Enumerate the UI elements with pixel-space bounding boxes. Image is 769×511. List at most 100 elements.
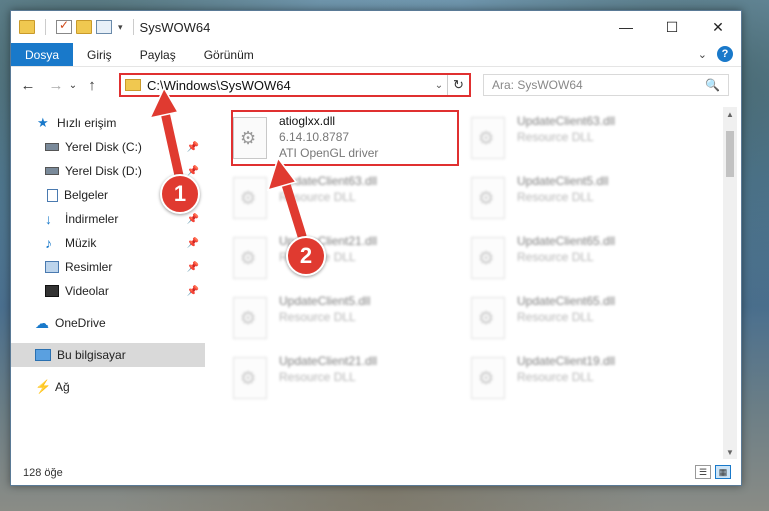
navigation-pane: ★ Hızlı erişim Yerel Disk (C:) 📌 Yerel D… <box>11 107 205 459</box>
file-description: Resource DLL <box>517 310 594 324</box>
help-icon[interactable]: ? <box>717 46 733 62</box>
file-description: Resource DLL <box>279 370 356 384</box>
sidebar-item-videos[interactable]: Videolar 📌 <box>11 279 205 303</box>
pin-icon[interactable]: 📌 <box>187 286 199 297</box>
disk-icon <box>45 167 59 175</box>
tab-file[interactable]: Dosya <box>11 43 74 66</box>
file-name: UpdateClient19.dll <box>517 354 616 368</box>
file-item[interactable]: UpdateClient21.dll Resource DLL <box>233 353 453 409</box>
dll-file-icon <box>471 177 505 219</box>
window-title: SysWOW64 <box>139 19 211 35</box>
forward-button[interactable]: → <box>45 74 67 96</box>
file-description: Resource DLL <box>279 310 356 324</box>
music-icon: ♪ <box>45 235 52 251</box>
dll-file-icon <box>471 237 505 279</box>
vertical-scrollbar[interactable]: ▲ ▼ <box>723 107 737 459</box>
address-row: ← → ⌄ ↑ C:\Windows\SysWOW64 ⌄ ↻ Ara: Sys… <box>11 70 741 100</box>
dll-file-icon <box>471 117 505 159</box>
search-icon[interactable]: 🔍 <box>705 78 720 92</box>
documents-icon <box>47 188 58 202</box>
scroll-thumb[interactable] <box>726 131 734 177</box>
new-folder-icon[interactable] <box>76 20 92 34</box>
chevron-down-icon[interactable]: ⌄ <box>431 80 447 91</box>
sidebar-item-label: Bu bilgisayar <box>57 348 126 362</box>
videos-icon <box>45 285 59 297</box>
item-count: 128 öğe <box>23 467 63 479</box>
file-explorer-window: ▾ SysWOW64 — ☐ ✕ Dosya Giriş Paylaş Görü… <box>10 10 742 486</box>
file-name: UpdateClient65.dll <box>517 234 616 248</box>
view-switcher: ☰ ▦ <box>695 465 731 479</box>
customize-icon[interactable] <box>96 20 112 34</box>
sidebar-item-label: Ağ <box>55 380 70 394</box>
sidebar-item-onedrive[interactable]: ☁ OneDrive <box>11 311 205 335</box>
pin-icon[interactable]: 📌 <box>187 238 199 249</box>
dll-file-icon <box>471 357 505 399</box>
step-2-badge: 2 <box>286 236 326 276</box>
file-item[interactable]: UpdateClient19.dll Resource DLL <box>471 353 691 409</box>
tiles-view-icon[interactable]: ▦ <box>715 465 731 479</box>
sidebar-item-disk-c[interactable]: Yerel Disk (C:) 📌 <box>11 135 205 159</box>
file-name: UpdateClient21.dll <box>279 354 378 368</box>
dll-file-icon <box>233 357 267 399</box>
recent-locations-button[interactable]: ⌄ <box>67 74 79 96</box>
expand-ribbon-icon[interactable]: ⌄ <box>698 48 707 61</box>
file-item[interactable]: UpdateClient5.dll Resource DLL <box>233 293 453 349</box>
refresh-button[interactable]: ↻ <box>447 75 469 95</box>
maximize-button[interactable]: ☐ <box>649 11 695 43</box>
file-name: UpdateClient63.dll <box>279 174 378 188</box>
search-input[interactable]: Ara: SysWOW64 🔍 <box>483 74 729 96</box>
sidebar-item-label: İndirmeler <box>65 212 119 226</box>
disk-icon <box>45 143 59 151</box>
address-bar[interactable]: C:\Windows\SysWOW64 ⌄ ↻ <box>119 73 471 97</box>
file-name: UpdateClient63.dll <box>517 114 616 128</box>
sidebar-item-label: Resimler <box>65 260 113 274</box>
scroll-down-icon[interactable]: ▼ <box>723 445 737 459</box>
divider <box>132 19 134 35</box>
file-item[interactable]: UpdateClient63.dll Resource DLL <box>471 113 691 169</box>
chevron-down-icon[interactable]: ▾ <box>118 22 123 33</box>
window-controls: — ☐ ✕ <box>603 11 741 43</box>
sidebar-item-label: Müzik <box>65 236 97 250</box>
pin-icon[interactable]: 📌 <box>187 166 199 177</box>
details-view-icon[interactable]: ☰ <box>695 465 711 479</box>
sidebar-item-pictures[interactable]: Resimler 📌 <box>11 255 205 279</box>
quick-access-toolbar: ▾ <box>11 18 140 35</box>
dll-file-icon <box>233 297 267 339</box>
properties-check-icon[interactable] <box>56 18 72 34</box>
pin-icon[interactable]: 📌 <box>187 262 199 273</box>
pin-icon[interactable]: 📌 <box>187 214 199 225</box>
computer-icon <box>35 349 51 361</box>
sidebar-item-quick-access[interactable]: ★ Hızlı erişim <box>11 111 205 135</box>
sidebar-item-this-pc[interactable]: Bu bilgisayar <box>11 343 205 367</box>
sidebar-item-network[interactable]: ⚡ Ağ <box>11 375 205 399</box>
file-name: UpdateClient5.dll <box>517 174 609 188</box>
file-description: Resource DLL <box>517 370 594 384</box>
file-item[interactable]: UpdateClient65.dll Resource DLL <box>471 293 691 349</box>
sidebar-item-label: OneDrive <box>55 316 106 330</box>
file-item[interactable]: UpdateClient65.dll Resource DLL <box>471 233 691 289</box>
status-bar: 128 öğe ☰ ▦ <box>11 461 741 485</box>
pin-icon[interactable]: 📌 <box>187 142 199 153</box>
minimize-button[interactable]: — <box>603 11 649 43</box>
star-icon: ★ <box>37 115 49 130</box>
search-placeholder: Ara: SysWOW64 <box>492 78 583 92</box>
file-description: Resource DLL <box>517 130 594 144</box>
back-button[interactable]: ← <box>17 74 39 96</box>
tab-view[interactable]: Görünüm <box>190 43 268 66</box>
address-path[interactable]: C:\Windows\SysWOW64 <box>147 78 431 93</box>
scroll-up-icon[interactable]: ▲ <box>723 107 737 121</box>
tab-home[interactable]: Giriş <box>73 43 126 66</box>
file-description: Resource DLL <box>517 250 594 264</box>
file-item[interactable]: UpdateClient63.dll Resource DLL <box>233 173 453 229</box>
file-name: UpdateClient65.dll <box>517 294 616 308</box>
close-button[interactable]: ✕ <box>695 11 741 43</box>
file-item[interactable]: UpdateClient5.dll Resource DLL <box>471 173 691 229</box>
sidebar-item-label: Hızlı erişim <box>57 116 117 130</box>
sidebar-item-music[interactable]: ♪ Müzik 📌 <box>11 231 205 255</box>
tab-share[interactable]: Paylaş <box>126 43 190 66</box>
file-item[interactable]: UpdateClient21.dllResource DLL <box>233 233 453 289</box>
downloads-icon: ↓ <box>45 211 52 227</box>
dll-file-icon <box>471 297 505 339</box>
ribbon-tabs: Dosya Giriş Paylaş Görünüm ⌄ ? <box>11 43 741 67</box>
up-button[interactable]: ↑ <box>81 74 103 96</box>
